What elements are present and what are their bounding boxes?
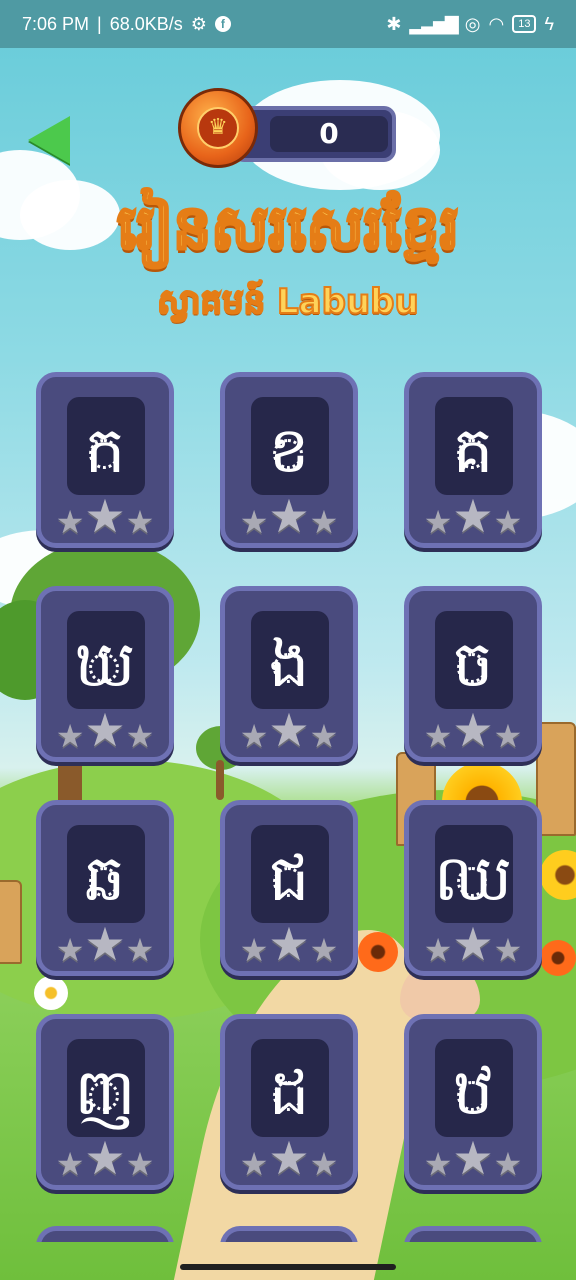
charging-icon: ϟ bbox=[544, 13, 554, 34]
star-rating: ★ ★ ★ bbox=[409, 1131, 537, 1185]
card-letter: ឃ bbox=[74, 628, 136, 702]
card-letter: ដ bbox=[268, 1056, 310, 1130]
card-letter: ច bbox=[452, 628, 494, 702]
star-rating: ★ ★ ★ bbox=[41, 703, 169, 757]
signal-icon: ▂▃▅▇ bbox=[409, 13, 458, 34]
letter-card[interactable]: ឆ ★ ★ ★ bbox=[36, 800, 174, 976]
status-bar-left: 7:06 PM | 68.0KB/s ⚙ f bbox=[22, 14, 231, 35]
star-icon: ★ bbox=[268, 917, 310, 971]
page-subtitle: ស្វាគមន៍ Labubu bbox=[156, 281, 419, 323]
star-icon: ★ bbox=[268, 703, 310, 757]
star-icon: ★ bbox=[55, 717, 85, 755]
star-icon: ★ bbox=[239, 931, 269, 969]
letter-card[interactable]: ឈ ★ ★ ★ bbox=[404, 800, 542, 976]
letter-card[interactable]: គ ★ ★ ★ bbox=[404, 372, 542, 548]
status-speed: 68.0KB/s bbox=[109, 13, 183, 34]
crown-icon: ♛ bbox=[197, 107, 239, 149]
star-icon: ★ bbox=[239, 503, 269, 541]
star-rating: ★ ★ ★ bbox=[41, 917, 169, 971]
star-icon: ★ bbox=[55, 1145, 85, 1183]
battery-level: 13 bbox=[518, 18, 531, 30]
star-icon: ★ bbox=[452, 917, 494, 971]
star-icon: ★ bbox=[309, 1145, 339, 1183]
letter-card-partial[interactable] bbox=[220, 1226, 358, 1242]
star-icon: ★ bbox=[84, 1131, 126, 1185]
star-icon: ★ bbox=[125, 503, 155, 541]
status-bar-right: ✱ ▂▃▅▇ ◎ ◠ 13 ϟ bbox=[386, 14, 554, 35]
letter-card[interactable]: ង ★ ★ ★ bbox=[220, 586, 358, 762]
star-icon: ★ bbox=[84, 917, 126, 971]
letter-card[interactable]: ញ ★ ★ ★ bbox=[36, 1014, 174, 1190]
star-icon: ★ bbox=[493, 503, 523, 541]
star-icon: ★ bbox=[423, 717, 453, 755]
star-icon: ★ bbox=[493, 717, 523, 755]
letter-card[interactable]: ខ ★ ★ ★ bbox=[220, 372, 358, 548]
star-icon: ★ bbox=[55, 931, 85, 969]
letter-card-partial[interactable] bbox=[404, 1226, 542, 1242]
letter-card[interactable]: ឋ ★ ★ ★ bbox=[404, 1014, 542, 1190]
data-icon: ◎ bbox=[464, 13, 481, 34]
card-letter: ឋ bbox=[452, 1056, 494, 1130]
star-icon: ★ bbox=[452, 1131, 494, 1185]
star-icon: ★ bbox=[268, 1131, 310, 1185]
star-rating: ★ ★ ★ bbox=[409, 489, 537, 543]
star-rating: ★ ★ ★ bbox=[225, 489, 353, 543]
star-icon: ★ bbox=[125, 1145, 155, 1183]
bluetooth-icon: ✱ bbox=[386, 13, 402, 34]
card-letter: ក bbox=[84, 414, 126, 488]
star-icon: ★ bbox=[239, 717, 269, 755]
star-icon: ★ bbox=[493, 931, 523, 969]
letter-card-partial[interactable] bbox=[36, 1226, 174, 1242]
star-rating: ★ ★ ★ bbox=[41, 1131, 169, 1185]
card-letter: ឆ bbox=[84, 842, 126, 916]
card-letter: ញ bbox=[74, 1056, 136, 1130]
battery-icon: 13 bbox=[512, 15, 537, 33]
status-time: 7:06 PM bbox=[22, 13, 90, 34]
letter-card[interactable]: ច ★ ★ ★ bbox=[404, 586, 542, 762]
star-rating: ★ ★ ★ bbox=[225, 703, 353, 757]
star-icon: ★ bbox=[309, 931, 339, 969]
score-value: 0 bbox=[270, 116, 388, 152]
letter-grid: ក ★ ★ ★ ខ ★ ★ ★ គ ★ ★ ★ ឃ ★ ★ ★ ង ★ ★ ★ ច ★ ★ ★ ឆ ★ ★ ★ ជ ★ ★ ★ ឈ ★ ★ ★ ញ ★ ★ ★… bbox=[0, 0, 576, 1242]
gear-icon: ⚙ bbox=[190, 13, 207, 34]
letter-card[interactable]: ដ ★ ★ ★ bbox=[220, 1014, 358, 1190]
star-icon: ★ bbox=[452, 703, 494, 757]
star-icon: ★ bbox=[55, 503, 85, 541]
status-bar: 7:06 PM | 68.0KB/s ⚙ f ✱ ▂▃▅▇ ◎ ◠ 13 ϟ bbox=[0, 0, 576, 48]
letter-card[interactable]: ឃ ★ ★ ★ bbox=[36, 586, 174, 762]
page-title: រៀនសរសេរខ្មែរ bbox=[116, 192, 461, 265]
star-icon: ★ bbox=[423, 503, 453, 541]
star-icon: ★ bbox=[268, 489, 310, 543]
star-icon: ★ bbox=[423, 1145, 453, 1183]
star-icon: ★ bbox=[84, 489, 126, 543]
star-rating: ★ ★ ★ bbox=[225, 917, 353, 971]
star-icon: ★ bbox=[125, 931, 155, 969]
star-rating: ★ ★ ★ bbox=[41, 489, 169, 543]
star-icon: ★ bbox=[309, 717, 339, 755]
star-icon: ★ bbox=[125, 717, 155, 755]
wifi-icon: ◠ bbox=[488, 13, 505, 34]
card-letter: ជ bbox=[268, 842, 310, 916]
star-icon: ★ bbox=[423, 931, 453, 969]
card-letter: គ bbox=[452, 414, 494, 488]
coin-badge: ♛ bbox=[178, 88, 258, 168]
letter-card[interactable]: ក ★ ★ ★ bbox=[36, 372, 174, 548]
star-rating: ★ ★ ★ bbox=[409, 703, 537, 757]
star-icon: ★ bbox=[452, 489, 494, 543]
star-icon: ★ bbox=[309, 503, 339, 541]
home-indicator bbox=[180, 1264, 396, 1270]
card-letter: ខ bbox=[268, 414, 310, 488]
card-letter: ឈ bbox=[433, 842, 513, 916]
star-icon: ★ bbox=[239, 1145, 269, 1183]
facebook-icon: f bbox=[214, 16, 231, 32]
star-rating: ★ ★ ★ bbox=[225, 1131, 353, 1185]
status-separator: | bbox=[97, 13, 102, 34]
star-icon: ★ bbox=[493, 1145, 523, 1183]
star-icon: ★ bbox=[84, 703, 126, 757]
letter-card[interactable]: ជ ★ ★ ★ bbox=[220, 800, 358, 976]
card-letter: ង bbox=[268, 628, 310, 702]
back-arrow-icon[interactable] bbox=[28, 116, 70, 164]
star-rating: ★ ★ ★ bbox=[409, 917, 537, 971]
